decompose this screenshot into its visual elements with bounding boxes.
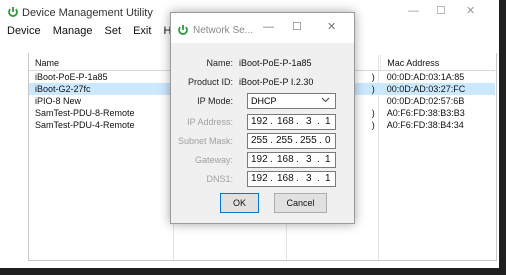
dialog-minimize-button[interactable]: — [263, 22, 274, 33]
menu-set[interactable]: Set [105, 25, 122, 37]
minimize-button[interactable]: — [408, 6, 419, 17]
gateway-row: Gateway: 192 . 168 . 3 . 1 [171, 152, 354, 168]
dns-octet: 1 [325, 173, 331, 184]
ok-button[interactable]: OK [220, 193, 259, 213]
cell-mac: A0:F6:FD:38:B3:B3 [386, 108, 465, 118]
gateway-octet: 168 [277, 154, 294, 165]
gateway-field[interactable]: 192 . 168 . 3 . 1 [247, 152, 336, 168]
subnet-mask-field[interactable]: 255 . 255 . 255 . 0 [247, 133, 336, 149]
product-id-row: Product ID: iBoot-PoE-P I.2.30 [171, 74, 354, 90]
cell-name: iBoot-G2-27fc [29, 83, 173, 95]
subnet-row: Subnet Mask: 255 . 255 . 255 . 0 [171, 133, 354, 149]
close-button[interactable]: ✕ [466, 6, 475, 17]
product-id-label: Product ID: [187, 77, 233, 87]
ip-mode-label: IP Mode: [197, 96, 233, 106]
dialog-title: Network Se... [193, 25, 254, 36]
name-value: iBoot-PoE-P-1a85 [239, 58, 312, 68]
power-icon [7, 5, 19, 23]
subnet-octet: 255 [276, 135, 293, 146]
app-title: Device Management Utility [22, 7, 153, 19]
dialog-maximize-button[interactable]: ☐ [292, 22, 302, 33]
network-settings-dialog: Network Se... — ☐ ✕ Name: iBoot-PoE-P-1a… [170, 12, 355, 224]
ip-octet: 1 [325, 116, 331, 127]
dialog-close-button[interactable]: ✕ [327, 22, 336, 33]
maximize-button[interactable]: ☐ [436, 6, 446, 17]
name-row: Name: iBoot-PoE-P-1a85 [171, 55, 354, 71]
cell-name: SamTest-PDU-8-Remote [35, 108, 135, 118]
menu-bar: Device Manage Set Exit Help [7, 25, 195, 39]
dns-label: DNS1: [206, 174, 233, 184]
cancel-button[interactable]: Cancel [274, 193, 327, 213]
menu-device[interactable]: Device [7, 25, 41, 37]
cell-mac: 00:0D:AD:02:57:6B [386, 96, 465, 106]
gateway-label: Gateway: [194, 155, 233, 165]
cell-name: iPIO-8 New [35, 96, 82, 106]
gateway-octet: 192 [251, 154, 268, 165]
chevron-down-icon [321, 95, 330, 106]
dns-octet: 168 [277, 173, 294, 184]
cell-name: SamTest-PDU-4-Remote [35, 120, 135, 130]
column-header-name[interactable]: Name [29, 55, 174, 71]
ip-octet: 168 [277, 116, 294, 127]
subnet-label: Subnet Mask: [177, 136, 233, 146]
dialog-title-bar: Network Se... — ☐ ✕ [171, 13, 354, 43]
ip-address-field[interactable]: 192 . 168 . 3 . 1 [247, 114, 336, 130]
name-label: Name: [206, 58, 233, 68]
subnet-octet: 255 [251, 135, 268, 146]
ip-octet: 3 [306, 116, 312, 127]
product-id-value: iBoot-PoE-P I.2.30 [239, 77, 314, 87]
menu-manage[interactable]: Manage [53, 25, 93, 37]
dns-row: DNS1: 192 . 168 . 3 . 1 [171, 171, 354, 187]
power-icon [177, 23, 189, 41]
cell-mac: A0:F6:FD:38:B4:34 [386, 120, 464, 130]
subnet-octet: 0 [325, 135, 331, 146]
dns-octet: 192 [251, 173, 268, 184]
ip-address-row: IP Address: 192 . 168 . 3 . 1 [171, 114, 354, 130]
cell-mac: 00:0D:AD:03:1A:85 [386, 72, 465, 82]
ip-mode-select[interactable]: DHCP [247, 93, 336, 109]
dns-field[interactable]: 192 . 168 . 3 . 1 [247, 171, 336, 187]
ip-mode-value: DHCP [251, 96, 277, 106]
ip-octet: 192 [251, 116, 268, 127]
cell-mac: 00:0D:AD:03:27:FC [380, 83, 495, 95]
subnet-octet: 255 [300, 135, 317, 146]
cell-name: iBoot-PoE-P-1a85 [35, 72, 108, 82]
gateway-octet: 1 [325, 154, 331, 165]
ip-address-label: IP Address: [187, 117, 233, 127]
menu-exit[interactable]: Exit [133, 25, 151, 37]
dns-octet: 3 [306, 173, 312, 184]
taskbar-edge [0, 268, 506, 275]
column-header-mac[interactable]: Mac Address [380, 55, 495, 71]
gateway-octet: 3 [306, 154, 312, 165]
ip-mode-row: IP Mode: DHCP [171, 93, 354, 109]
